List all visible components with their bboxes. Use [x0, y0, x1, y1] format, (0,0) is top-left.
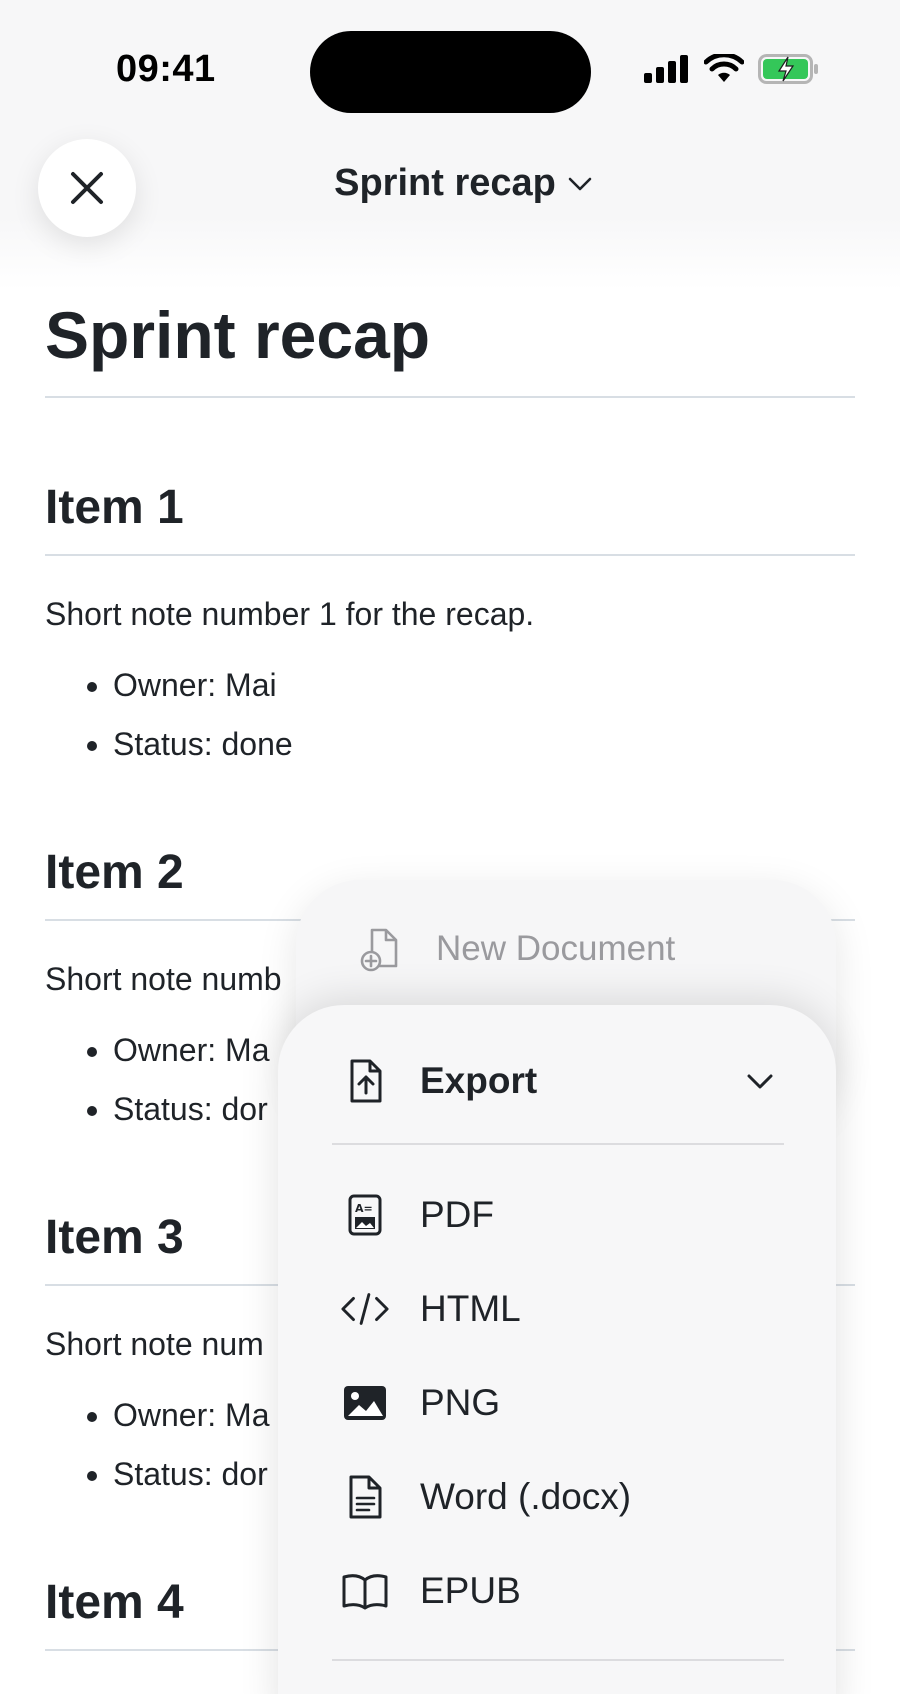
document-title: Sprint recap	[45, 290, 855, 398]
pdf-icon: A=	[348, 1194, 382, 1236]
new-document-icon	[360, 928, 398, 972]
chevron-down-icon	[747, 1074, 773, 1089]
dynamic-island	[310, 31, 591, 113]
export-png-label: PNG	[420, 1382, 501, 1423]
export-header[interactable]: Export	[344, 1057, 774, 1105]
new-document-label: New Document	[436, 929, 676, 968]
section-item-1: Item 1 Short note number 1 for the recap…	[45, 484, 855, 763]
book-icon	[342, 1574, 388, 1610]
code-icon	[341, 1293, 389, 1325]
export-epub-item[interactable]: EPUB	[340, 1566, 521, 1616]
section-heading: Item 1	[45, 484, 855, 556]
export-png-item[interactable]: PNG	[340, 1378, 500, 1428]
list-item: Owner: Mai	[113, 667, 855, 704]
image-icon	[344, 1386, 386, 1420]
battery-charging-icon	[758, 54, 818, 84]
export-html-label: HTML	[420, 1288, 521, 1329]
section-bullets: Owner: Mai Status: done	[45, 667, 855, 763]
menu-divider	[332, 1659, 784, 1661]
list-item: Status: done	[113, 726, 855, 763]
document-icon	[349, 1475, 382, 1519]
svg-text:A=: A=	[355, 1202, 373, 1215]
export-submenu: Export A= PDF HTML PNG Word (.docx) EPUB	[278, 1005, 836, 1694]
export-epub-label: EPUB	[420, 1570, 521, 1611]
chevron-down-icon	[568, 177, 592, 190]
export-label: Export	[420, 1060, 538, 1101]
export-word-label: Word (.docx)	[420, 1476, 632, 1517]
menu-divider	[332, 1143, 784, 1145]
new-document-item[interactable]: New Document	[358, 926, 675, 972]
export-file-icon	[350, 1059, 382, 1103]
status-icons	[644, 54, 820, 84]
export-html-item[interactable]: HTML	[340, 1284, 521, 1334]
document-title-menu[interactable]: Sprint recap	[0, 162, 900, 205]
wifi-icon	[704, 54, 744, 82]
top-bar: 09:41 Sprint recap	[0, 0, 900, 290]
nav-title-label: Sprint recap	[334, 162, 556, 204]
signal-icon	[644, 55, 688, 83]
export-pdf-label: PDF	[420, 1194, 494, 1235]
export-word-item[interactable]: Word (.docx)	[340, 1472, 631, 1522]
status-time: 09:41	[116, 48, 216, 90]
export-pdf-item[interactable]: A= PDF	[340, 1190, 494, 1240]
section-note: Short note number 1 for the recap.	[45, 596, 535, 632]
